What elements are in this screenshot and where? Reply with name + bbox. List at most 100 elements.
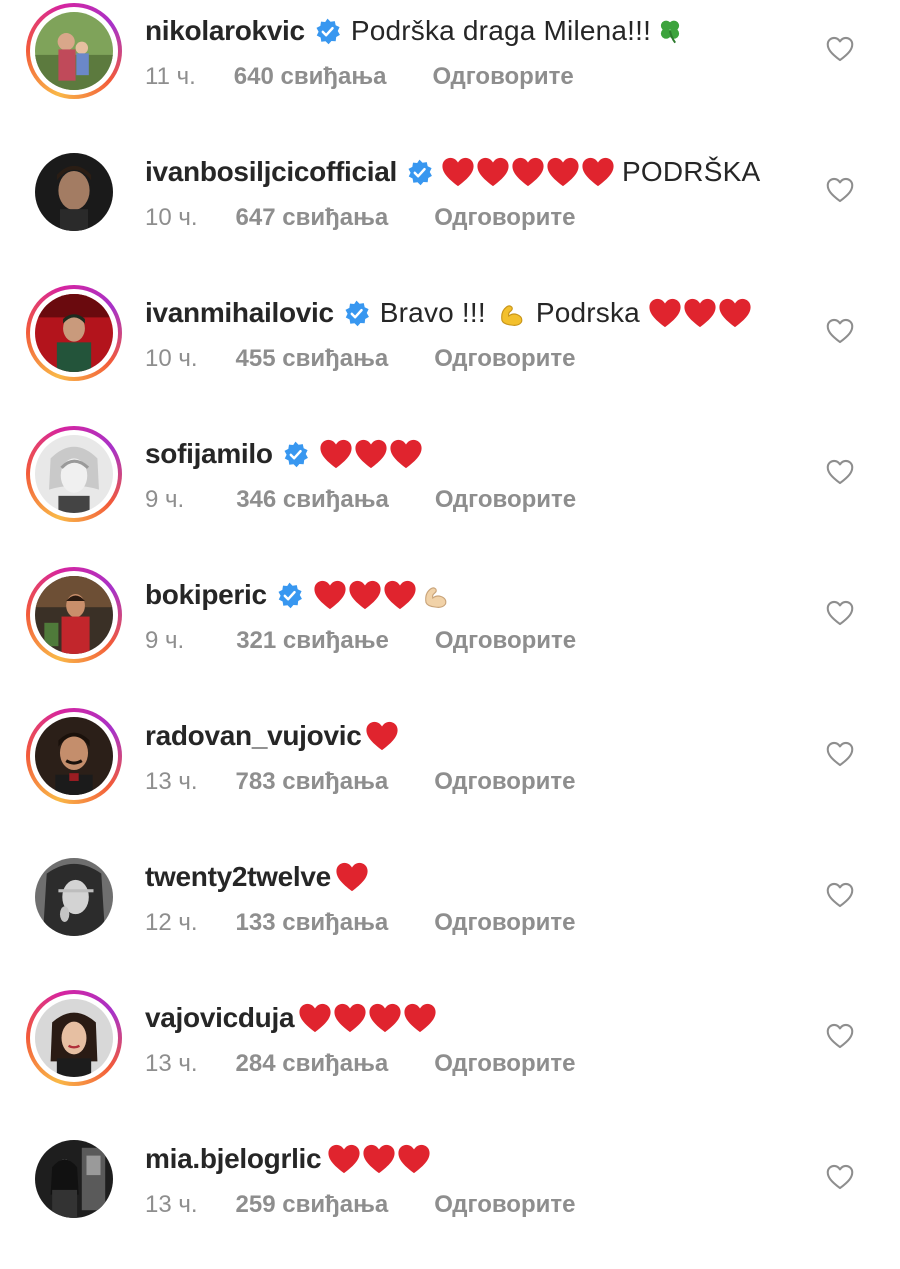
red-heart-icon (403, 1002, 437, 1034)
comment-body: ivanbosiljcicofficial PODRŠKA (145, 152, 760, 192)
red-heart-icon (546, 156, 580, 188)
likes-count[interactable]: 321 свиђање (236, 627, 389, 655)
red-heart-icon (511, 156, 545, 188)
red-heart-icon (389, 438, 423, 470)
red-heart-icon (683, 297, 717, 329)
likes-count[interactable]: 284 свиђања (236, 1050, 389, 1078)
username[interactable]: sofijamilo (145, 438, 273, 470)
avatar[interactable] (26, 3, 122, 99)
comment-meta: 9 ч. 346 свиђања Одговорите (145, 485, 576, 515)
comments-list: nikolarokvic Podrška draga Milena!!! 11 … (0, 0, 900, 1245)
comment-time: 10 ч. (145, 204, 198, 231)
comment-time: 13 ч. (145, 1050, 198, 1077)
reply-button[interactable]: Одговорите (434, 1050, 575, 1078)
red-heart-icon (476, 156, 510, 188)
red-heart-icon (362, 1143, 396, 1175)
like-heart-icon[interactable] (826, 318, 854, 344)
red-heart-icon (319, 438, 353, 470)
comment-body: bokiperic (145, 575, 456, 615)
red-heart-icon (354, 438, 388, 470)
avatar[interactable] (26, 567, 122, 663)
like-heart-icon[interactable] (826, 36, 854, 62)
verified-badge-icon (343, 300, 370, 327)
comment-item: vajovicduja 13 ч. 284 свиђања Одговорите (0, 987, 900, 1128)
hearts-group (327, 1143, 432, 1175)
like-heart-icon[interactable] (826, 459, 854, 485)
username[interactable]: bokiperic (145, 579, 267, 611)
reply-button[interactable]: Одговорите (434, 768, 575, 796)
reply-button[interactable]: Одговорите (435, 627, 576, 655)
username[interactable]: twenty2twelve (145, 861, 331, 893)
comment-time: 13 ч. (145, 1191, 198, 1218)
comment-body: radovan_vujovic (145, 716, 400, 756)
like-heart-icon[interactable] (826, 882, 854, 908)
reply-button[interactable]: Одговорите (434, 909, 575, 937)
comment-meta: 10 ч. 647 свиђања Одговорите (145, 203, 575, 233)
red-heart-icon (365, 720, 399, 752)
likes-count[interactable]: 346 свиђања (236, 486, 389, 514)
avatar[interactable] (26, 285, 122, 381)
hearts-group (313, 579, 456, 611)
red-heart-icon (298, 1002, 332, 1034)
like-heart-icon[interactable] (826, 1023, 854, 1049)
comment-meta: 9 ч. 321 свиђање Одговорите (145, 626, 576, 656)
hearts-group (335, 861, 370, 893)
likes-count[interactable]: 783 свиђања (236, 768, 389, 796)
username[interactable]: radovan_vujovic (145, 720, 362, 752)
red-heart-icon (581, 156, 615, 188)
comment-body: sofijamilo (145, 434, 424, 474)
comment-meta: 11 ч. 640 свиђања Одговорите (145, 62, 574, 92)
red-heart-icon (383, 579, 417, 611)
comment-item: twenty2twelve 12 ч. 133 свиђања Одговори… (0, 846, 900, 987)
like-heart-icon[interactable] (826, 177, 854, 203)
hearts-group (365, 720, 400, 752)
like-heart-icon[interactable] (826, 600, 854, 626)
red-heart-icon (718, 297, 752, 329)
comment-text-2: Podrska (535, 297, 640, 328)
likes-count[interactable]: 259 свиђања (236, 1191, 389, 1219)
likes-count[interactable]: 133 свиђања (236, 909, 389, 937)
comment-time: 11 ч. (145, 63, 196, 90)
reply-button[interactable]: Одговорите (434, 204, 575, 232)
comment-meta: 12 ч. 133 свиђања Одговорите (145, 908, 575, 938)
reply-button[interactable]: Одговорите (432, 63, 573, 91)
reply-button[interactable]: Одговорите (434, 345, 575, 373)
username[interactable]: ivanmihailovic (145, 297, 334, 329)
reply-button[interactable]: Одговорите (435, 486, 576, 514)
comment-item: sofijamilo 9 ч. 346 свиђања Одговорите (0, 423, 900, 564)
avatar[interactable] (26, 849, 122, 945)
comment-item: mia.bjelogrlic 13 ч. 259 свиђања Одговор… (0, 1128, 900, 1269)
username[interactable]: vajovicduja (145, 1002, 295, 1034)
comment-item: ivanmihailovic Bravo !!! Podrska 10 ч. 4… (0, 282, 900, 423)
comment-item: bokiperic 9 ч. 321 свиђање Одговорите (0, 564, 900, 705)
flexed-biceps-icon (496, 298, 526, 328)
like-heart-icon[interactable] (826, 1164, 854, 1190)
reply-button[interactable]: Одговорите (434, 1191, 575, 1219)
avatar[interactable] (26, 1131, 122, 1227)
comment-body: twenty2twelve (145, 857, 370, 897)
comment-text: Bravo !!! (379, 297, 486, 328)
comment-body: vajovicduja (145, 998, 438, 1038)
red-heart-icon (397, 1143, 431, 1175)
avatar[interactable] (26, 708, 122, 804)
comment-meta: 13 ч. 259 свиђања Одговорите (145, 1190, 575, 1220)
red-heart-icon (441, 156, 475, 188)
like-heart-icon[interactable] (826, 741, 854, 767)
username[interactable]: mia.bjelogrlic (145, 1143, 322, 1175)
comment-meta: 10 ч. 455 свиђања Одговорите (145, 344, 575, 374)
username[interactable]: nikolarokvic (145, 15, 305, 47)
likes-count[interactable]: 647 свиђања (236, 204, 389, 232)
comment-meta: 13 ч. 284 свиђања Одговорите (145, 1049, 575, 1079)
avatar[interactable] (26, 426, 122, 522)
comment-item: radovan_vujovic 13 ч. 783 свиђања Одгово… (0, 705, 900, 846)
verified-badge-icon (276, 582, 303, 609)
verified-badge-icon (406, 159, 433, 186)
avatar[interactable] (26, 144, 122, 240)
red-heart-icon (327, 1143, 361, 1175)
comment-time: 9 ч. (145, 627, 185, 654)
likes-count[interactable]: 455 свиђања (236, 345, 389, 373)
avatar[interactable] (26, 990, 122, 1086)
four-leaf-clover-icon (657, 17, 683, 45)
username[interactable]: ivanbosiljcicofficial (145, 156, 397, 188)
likes-count[interactable]: 640 свиђања (234, 63, 387, 91)
